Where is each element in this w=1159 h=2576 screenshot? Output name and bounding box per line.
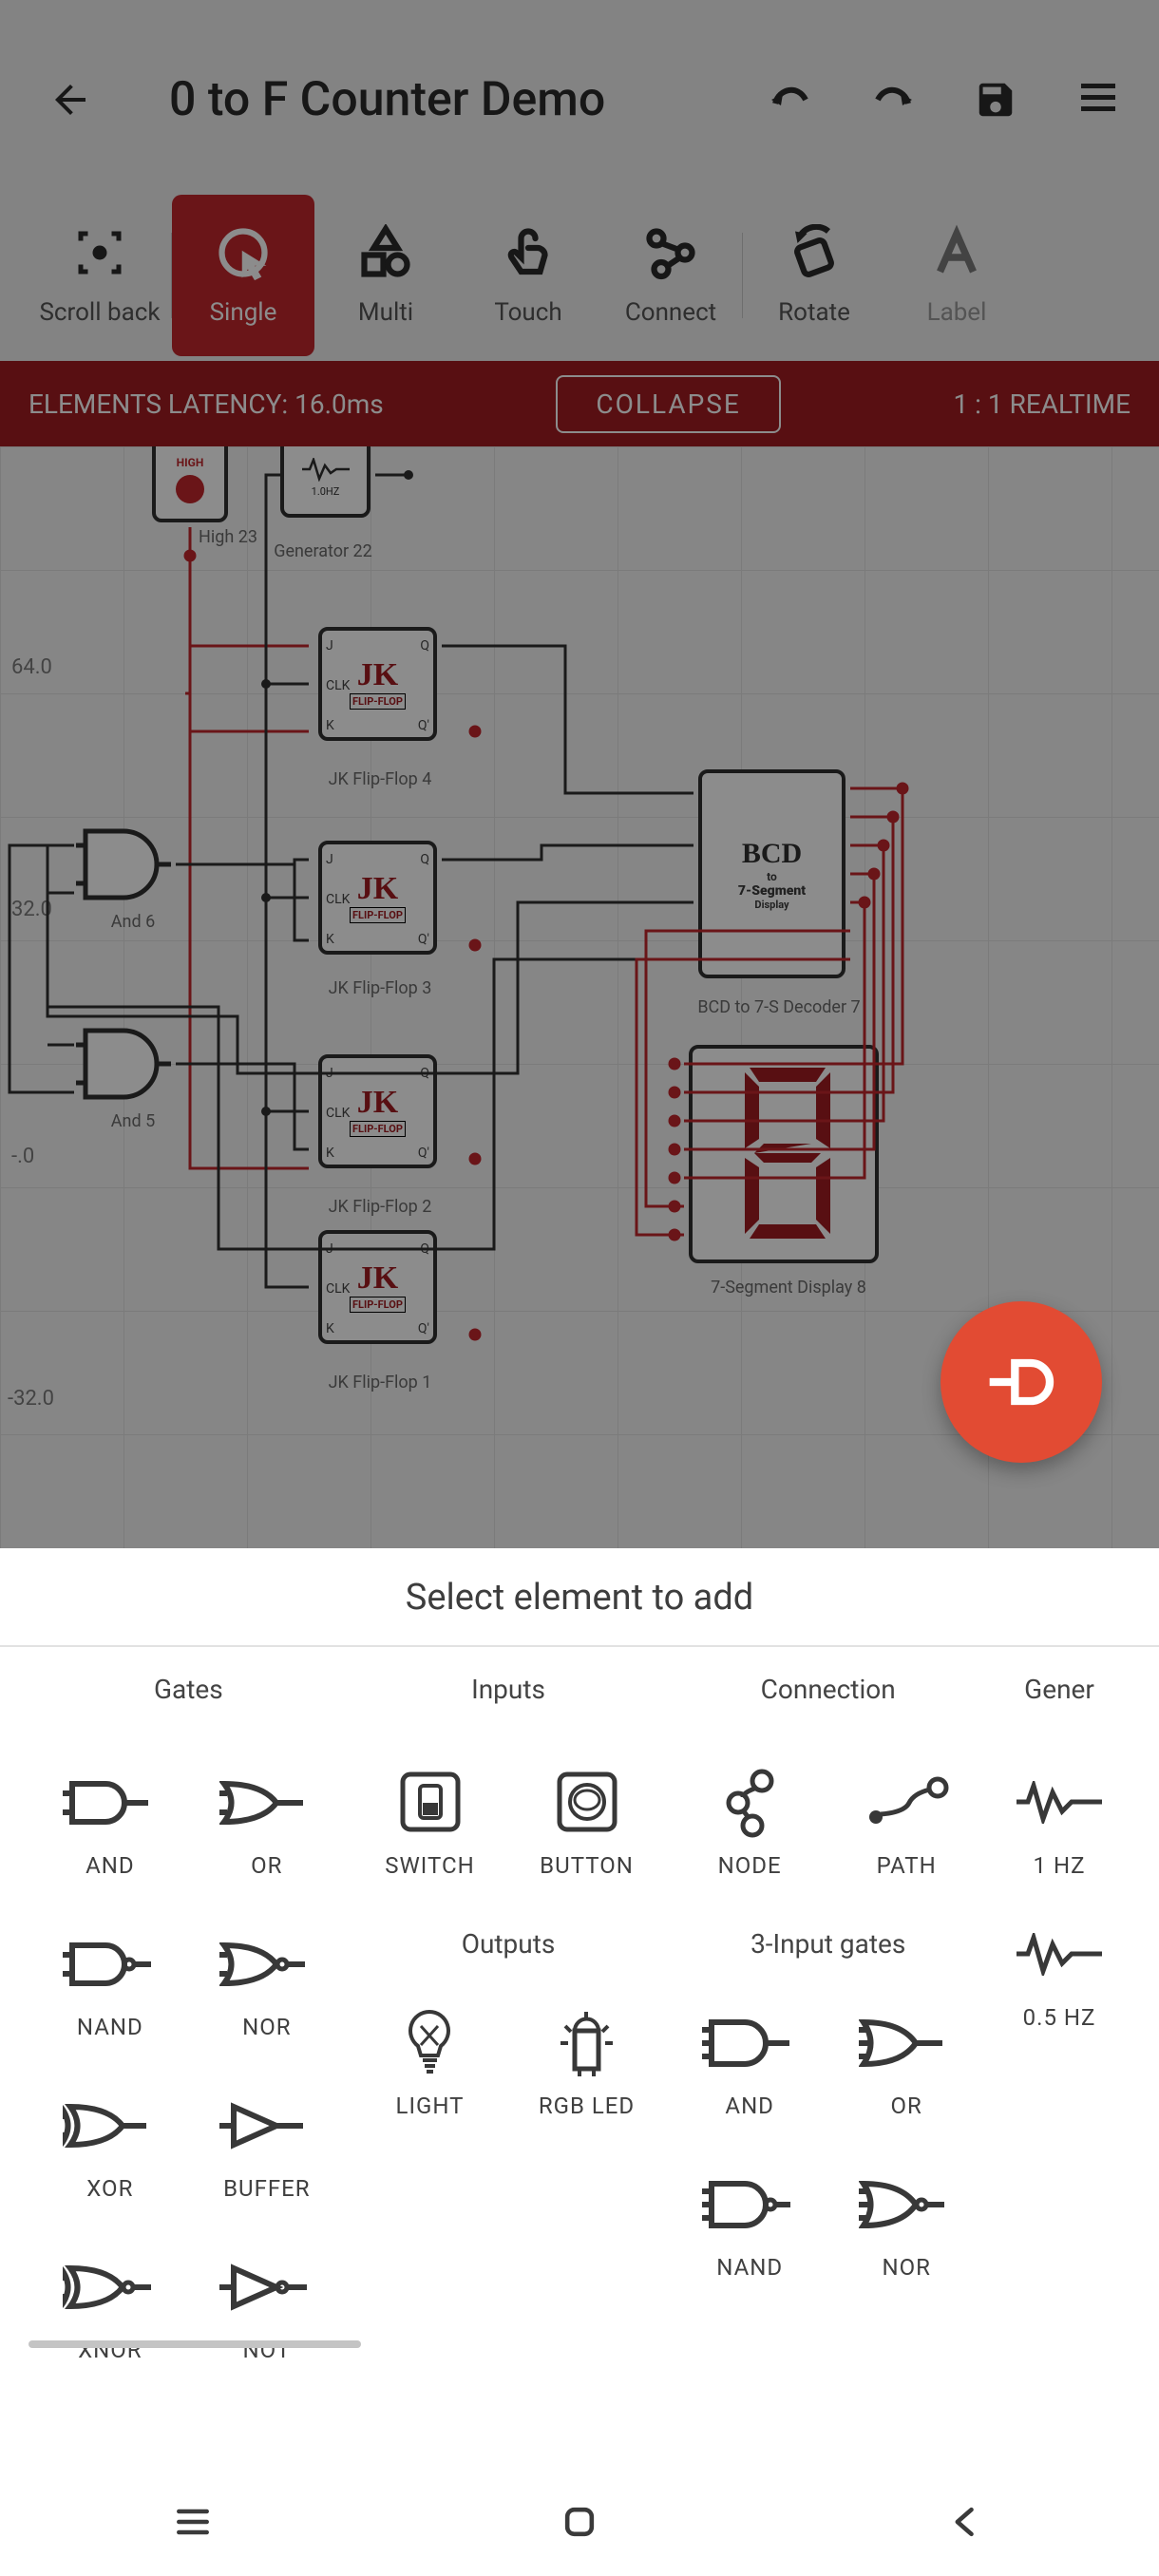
collapse-button[interactable]: COLLAPSE	[556, 375, 780, 433]
component-label: JK Flip-Flop 4	[285, 769, 475, 789]
3gate-nor[interactable]: NOR	[828, 2140, 985, 2292]
tool-scroll-back[interactable]: Scroll back	[28, 195, 171, 356]
tool-touch[interactable]: Touch	[457, 195, 599, 356]
column-inputs: Inputs SWITCH BUTTON Outputs LIGHT	[349, 1674, 669, 2375]
3gate-nand[interactable]: NAND	[672, 2140, 828, 2292]
gate-xnor[interactable]: XNOR	[31, 2223, 188, 2375]
component-generator[interactable]: 1.0HZ	[280, 446, 370, 518]
component-7seg[interactable]	[689, 1045, 879, 1263]
column-generators: Gener 1 HZ 0.5 HZ	[988, 1674, 1130, 2375]
component-and-6[interactable]	[76, 826, 171, 902]
gate-not[interactable]: NOT	[188, 2223, 345, 2375]
input-switch[interactable]: SWITCH	[352, 1738, 508, 1890]
tool-single[interactable]: Single	[172, 195, 314, 356]
component-label: And 5	[38, 1111, 228, 1131]
menu-button[interactable]	[1075, 77, 1121, 123]
column-header: Connection	[761, 1674, 896, 1712]
page-title: 0 to F Counter Demo	[169, 72, 730, 127]
undo-button[interactable]	[768, 77, 813, 123]
component-jk-2[interactable]: JK FLIP-FLOP J CLK K Q Q'	[318, 1054, 437, 1168]
column-gates: Gates AND OR NAND NOR	[28, 1674, 349, 2375]
gen-05hz[interactable]: 0.5 HZ	[981, 1890, 1138, 2042]
sub-header-outputs: Outputs	[349, 1928, 669, 1960]
component-label: Generator 22	[228, 541, 418, 561]
tool-label-text: Label	[927, 298, 987, 327]
component-high[interactable]: HIGH	[152, 446, 228, 522]
toolbar: Scroll back Single Multi Touch Connect R…	[0, 190, 1159, 361]
nav-home[interactable]	[559, 2501, 600, 2547]
output-light[interactable]: LIGHT	[352, 1979, 508, 2131]
gen-1hz[interactable]: 1 HZ	[981, 1738, 1138, 1890]
system-nav-bar	[0, 2472, 1159, 2576]
connection-node[interactable]: NODE	[672, 1738, 828, 1890]
component-label: BCD to 7-S Decoder 7	[665, 997, 893, 1017]
tool-label: Single	[210, 298, 277, 327]
redo-button[interactable]	[870, 77, 916, 123]
component-jk-3[interactable]: JK FLIP-FLOP J CLK K Q Q'	[318, 841, 437, 955]
gate-nand[interactable]: NAND	[31, 1900, 188, 2052]
gen-freq: 1.0HZ	[312, 485, 340, 498]
high-badge: HIGH	[177, 456, 204, 469]
column-connection: Connection NODE PATH 3-Input gates AND	[668, 1674, 988, 2375]
fab-add-element[interactable]	[940, 1301, 1102, 1463]
device-status-bar	[0, 0, 1159, 47]
status-bar: ELEMENTS LATENCY: 16.0ms COLLAPSE 1 : 1 …	[0, 361, 1159, 446]
connection-path[interactable]: PATH	[828, 1738, 985, 1890]
component-label: JK Flip-Flop 2	[285, 1197, 475, 1217]
nav-recent[interactable]	[172, 2501, 214, 2547]
sheet-title: Select element to add	[0, 1548, 1159, 1647]
gate-nor[interactable]: NOR	[188, 1900, 345, 2052]
nav-back[interactable]	[945, 2501, 987, 2547]
gate-xor[interactable]: XOR	[31, 2061, 188, 2213]
component-label: And 6	[38, 912, 228, 932]
component-bcd[interactable]: BCD to 7-Segment Display	[698, 769, 846, 978]
component-label: JK Flip-Flop 1	[285, 1373, 475, 1392]
save-button[interactable]	[973, 77, 1018, 123]
back-button[interactable]	[48, 77, 93, 123]
axis-label: -32.0	[8, 1387, 54, 1411]
output-rgb-led[interactable]: RGB LED	[508, 1979, 665, 2131]
component-and-5[interactable]	[76, 1026, 171, 1102]
column-header: Inputs	[471, 1674, 545, 1712]
column-header: Gates	[154, 1674, 223, 1712]
input-button[interactable]: BUTTON	[508, 1738, 665, 1890]
component-jk-1[interactable]: JK FLIP-FLOP J CLK K Q Q'	[318, 1230, 437, 1344]
sub-header-3input: 3-Input gates	[668, 1928, 988, 1960]
tool-label: Connect	[625, 298, 716, 327]
component-label: JK Flip-Flop 3	[285, 978, 475, 998]
realtime-label: 1 : 1 REALTIME	[953, 388, 1130, 420]
tool-connect[interactable]: Connect	[599, 195, 742, 356]
tool-label: Touch	[494, 298, 561, 327]
latency-label: ELEMENTS LATENCY: 16.0ms	[28, 388, 384, 420]
gate-buffer[interactable]: BUFFER	[188, 2061, 345, 2213]
tool-rotate[interactable]: Rotate	[743, 195, 885, 356]
gate-or[interactable]: OR	[188, 1738, 345, 1890]
3gate-or[interactable]: OR	[828, 1979, 985, 2131]
axis-label: -.0	[11, 1145, 34, 1168]
component-jk-4[interactable]: JK FLIP-FLOP J CLK K Q Q'	[318, 627, 437, 741]
tool-label[interactable]: Label	[885, 195, 1028, 356]
column-header: Gener	[1024, 1674, 1094, 1712]
3gate-and[interactable]: AND	[672, 1979, 828, 2131]
gate-and[interactable]: AND	[31, 1738, 188, 1890]
tool-label: Scroll back	[39, 298, 160, 327]
app-canvas-area: 0 to F Counter Demo Scroll back Single	[0, 0, 1159, 1548]
element-picker-sheet: Select element to add Gates AND OR NAND	[0, 1548, 1159, 2472]
horizontal-scroll-indicator	[28, 2340, 361, 2348]
axis-label: 64.0	[11, 655, 52, 679]
tool-label: Rotate	[778, 298, 850, 327]
component-label: 7-Segment Display 8	[665, 1278, 912, 1297]
tool-multi[interactable]: Multi	[314, 195, 457, 356]
tool-label: Multi	[358, 298, 413, 327]
